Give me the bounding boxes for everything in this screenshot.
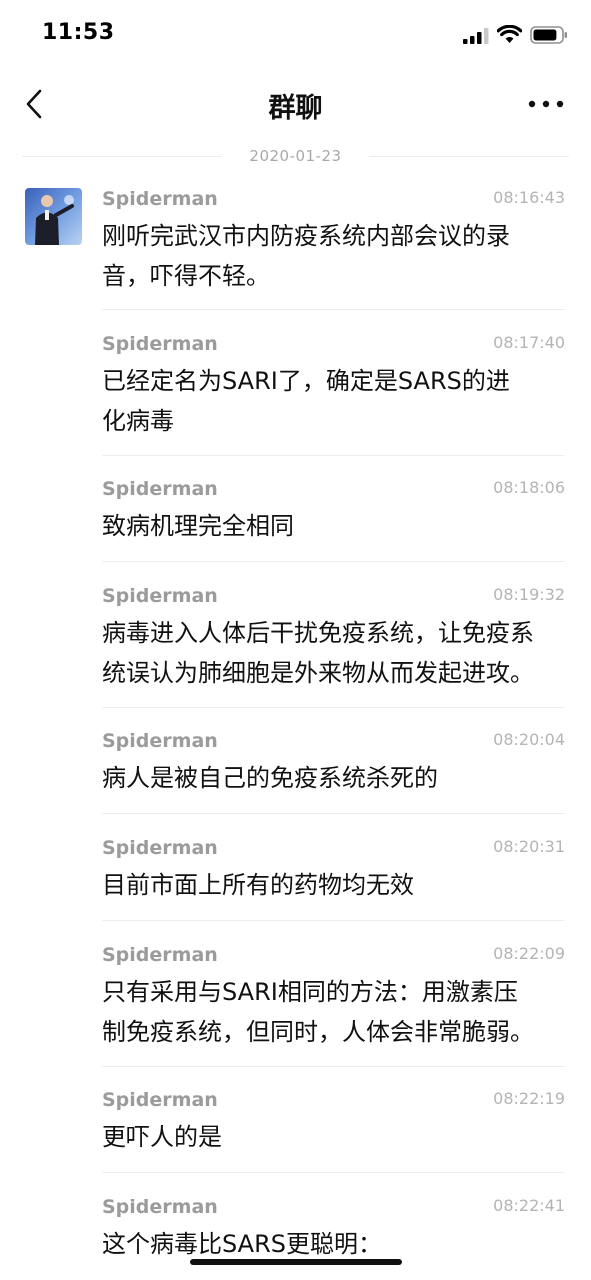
- message-text: 病毒进入人体后干扰免疫系统，让免疫系 统误认为肺细胞是外来物从而发起进攻。: [102, 619, 534, 687]
- message-divider: [102, 455, 565, 456]
- message-time: 08:20:04: [493, 730, 565, 749]
- message-divider: [102, 707, 565, 708]
- status-bar: 11:53: [0, 0, 591, 72]
- more-horizontal-icon[interactable]: [526, 94, 566, 114]
- message-divider: [102, 1172, 565, 1173]
- page-title: 群聊: [268, 93, 323, 124]
- status-time: 11:53: [42, 20, 115, 45]
- message-text: 病人是被自己的免疫系统杀死的: [102, 764, 438, 792]
- message-time: 08:16:43: [493, 188, 565, 207]
- message-divider: [102, 309, 565, 310]
- message-text: 只有采用与SARI相同的方法：用激素压 制免疫系统，但同时，人体会非常脆弱。: [102, 978, 534, 1046]
- message-sender: Spiderman: [102, 1089, 218, 1111]
- nav-bar: 群聊: [0, 72, 591, 136]
- message-divider: [102, 561, 565, 562]
- message-sender: Spiderman: [102, 478, 218, 500]
- message-divider: [102, 813, 565, 814]
- message-text: 致病机理完全相同: [102, 512, 294, 540]
- message-text: 目前市面上所有的药物均无效: [102, 871, 414, 899]
- avatar-image: [25, 188, 82, 245]
- message-sender: Spiderman: [102, 333, 218, 355]
- message-time: 08:22:19: [493, 1089, 565, 1108]
- message-text: 已经定名为SARI了，确定是SARS的进 化病毒: [102, 367, 510, 435]
- message-time: 08:17:40: [493, 333, 565, 352]
- message-divider: [102, 1066, 565, 1067]
- wifi-icon: [497, 25, 522, 43]
- cellular-signal-icon: [463, 28, 489, 44]
- message-text: 这个病毒比SARS更聪明：: [102, 1230, 383, 1258]
- avatar[interactable]: [25, 188, 82, 245]
- message-time: 08:22:09: [493, 944, 565, 963]
- message-time: 08:18:06: [493, 478, 565, 497]
- battery-icon: [530, 26, 567, 44]
- message-divider: [102, 920, 565, 921]
- message-sender: Spiderman: [102, 837, 218, 859]
- message-sender: Spiderman: [102, 188, 218, 210]
- message-sender: Spiderman: [102, 944, 218, 966]
- message-sender: Spiderman: [102, 585, 218, 607]
- divider-line: [369, 156, 569, 157]
- message-sender: Spiderman: [102, 730, 218, 752]
- message-time: 08:19:32: [493, 585, 565, 604]
- message-text: 刚听完武汉市内防疫系统内部会议的录 音，吓得不轻。: [102, 222, 510, 290]
- date-divider: 2020-01-23: [22, 145, 569, 169]
- message-time: 08:20:31: [493, 837, 565, 856]
- message-time: 08:22:41: [493, 1196, 565, 1215]
- message-sender: Spiderman: [102, 1196, 218, 1218]
- message-text: 更吓人的是: [102, 1123, 222, 1151]
- home-indicator[interactable]: [190, 1259, 402, 1265]
